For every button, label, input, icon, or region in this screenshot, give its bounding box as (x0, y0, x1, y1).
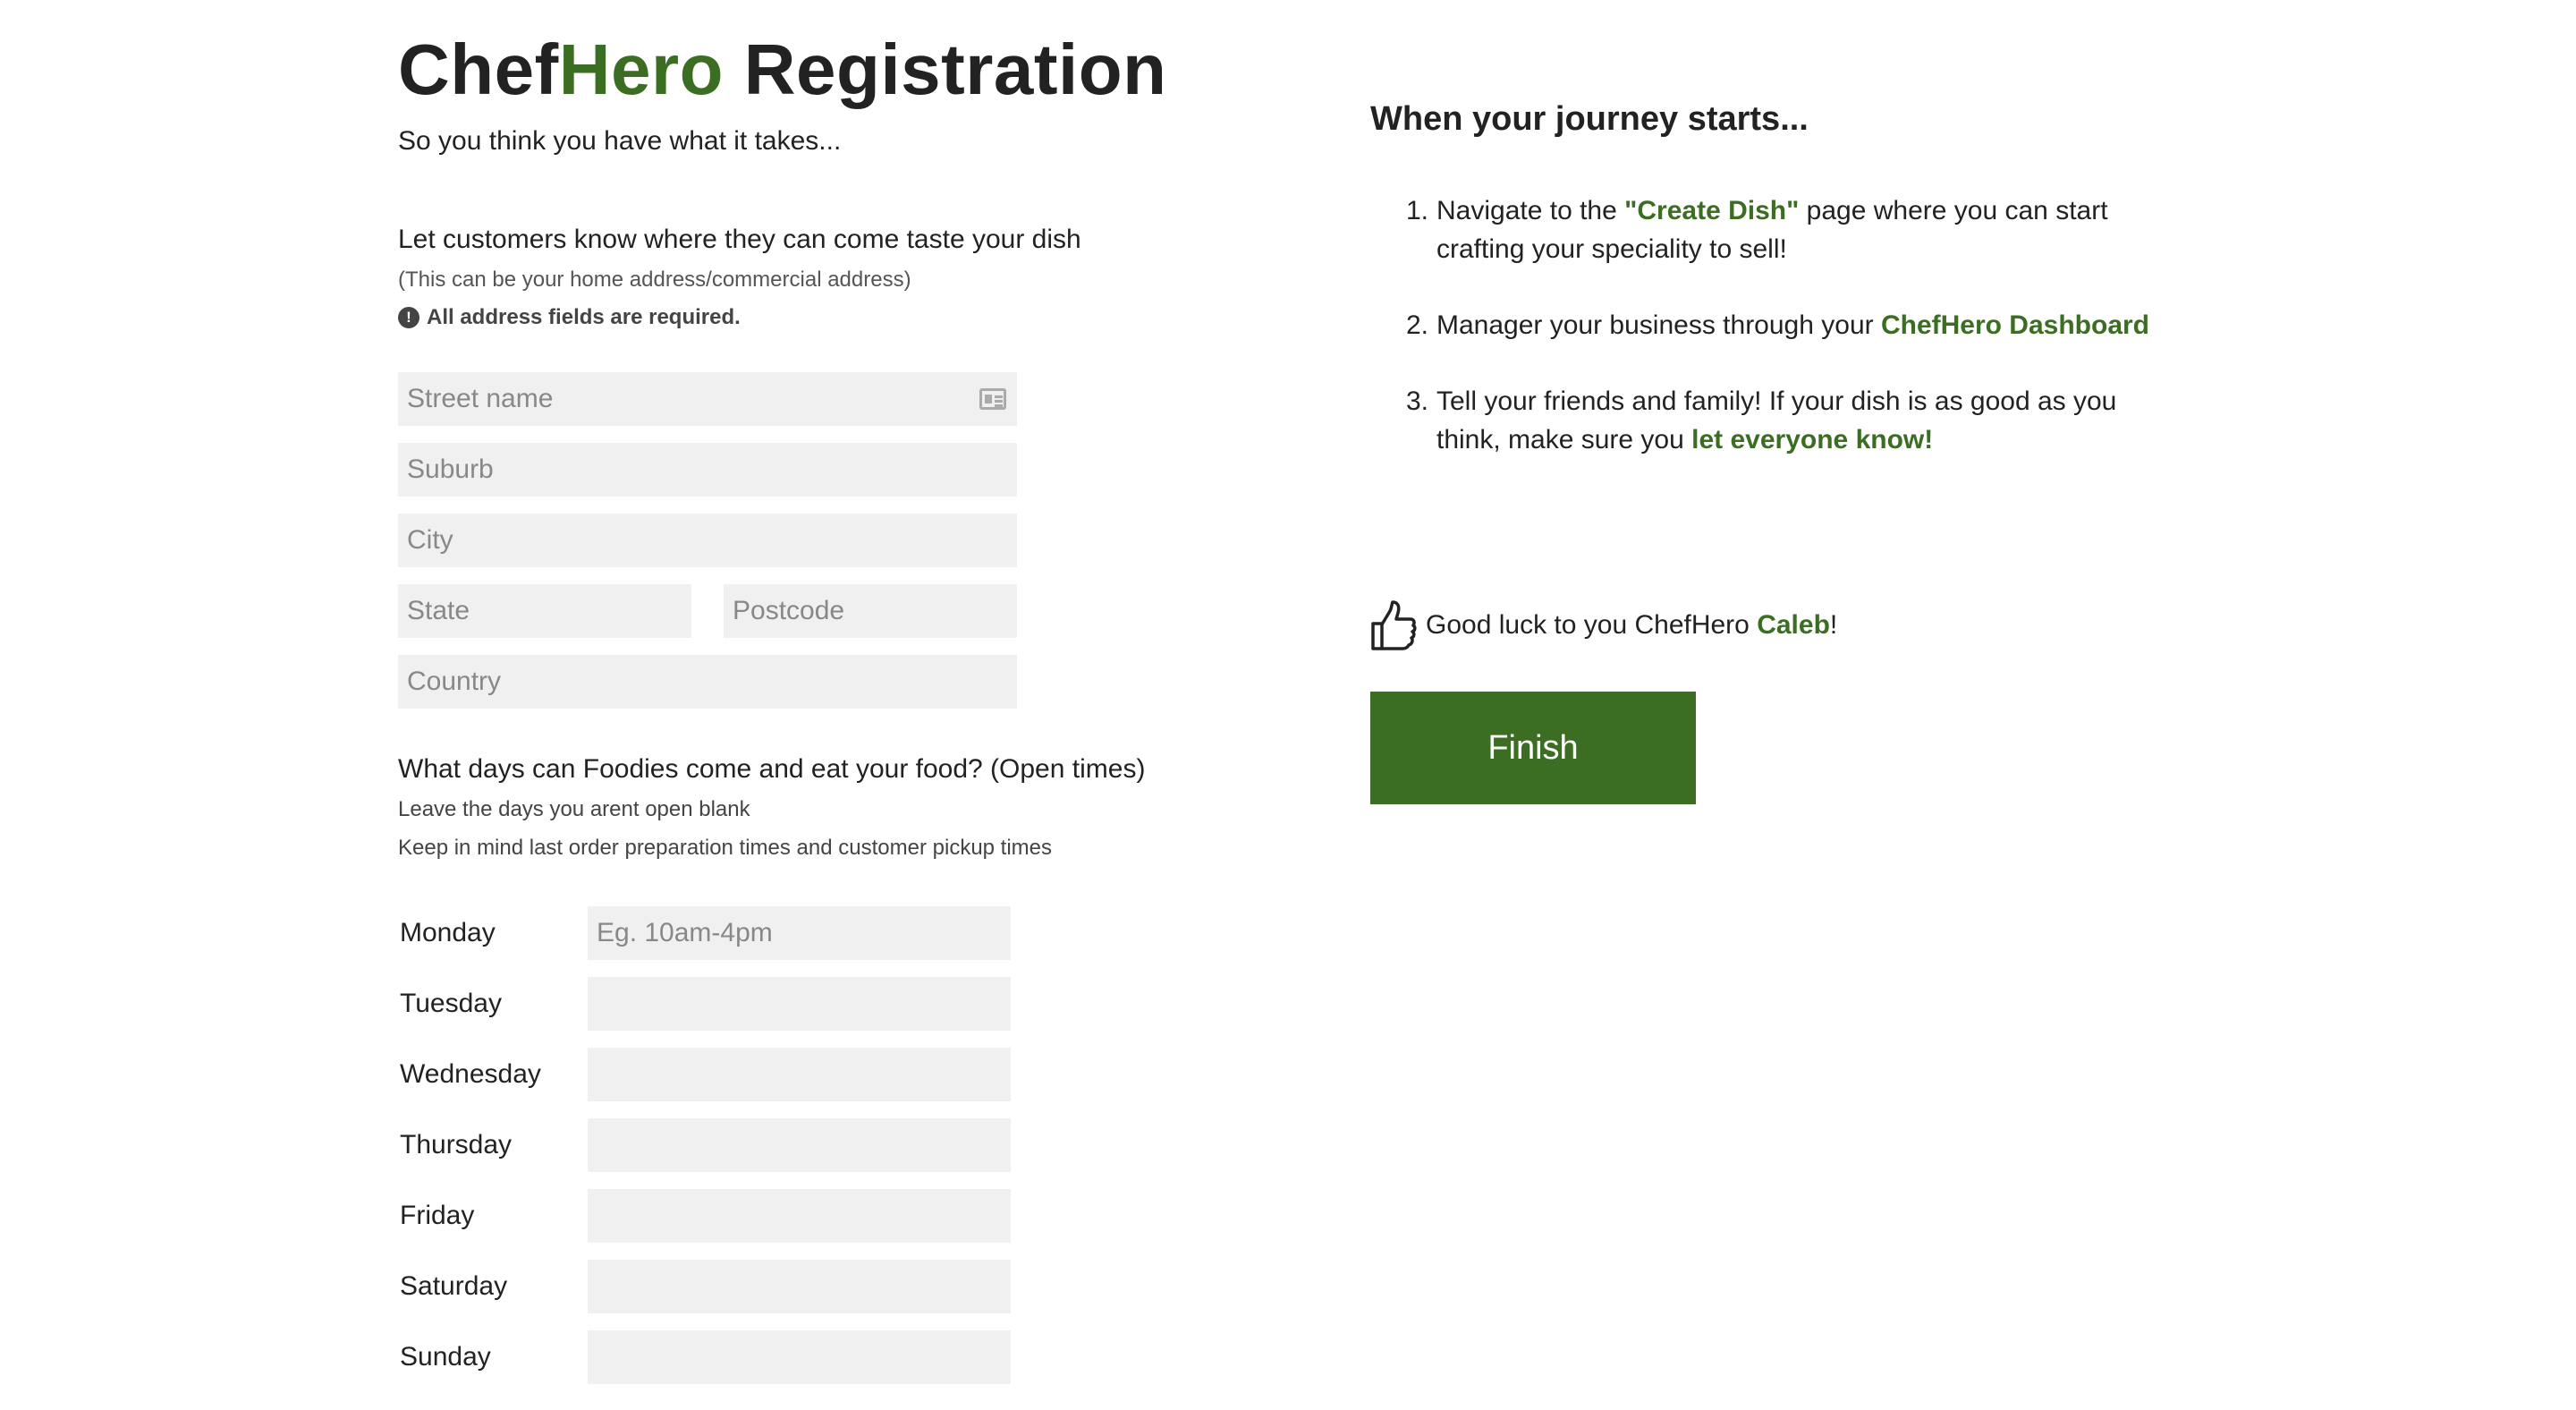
address-card-icon (979, 388, 1006, 410)
good-luck-message: Good luck to you ChefHero Caleb! (1370, 599, 1837, 651)
step-text: Manager your business through your (1436, 310, 1881, 340)
luck-suffix: ! (1829, 610, 1838, 640)
thursday-hours-input[interactable] (588, 1118, 1011, 1172)
title-suffix: Registration (724, 30, 1167, 109)
day-label: Wednesday (400, 1059, 541, 1089)
day-label: Thursday (400, 1130, 513, 1159)
tuesday-hours-input[interactable] (588, 977, 1011, 1031)
day-row-saturday: Saturday (398, 1260, 1024, 1313)
street-field-wrapper (398, 372, 1017, 426)
day-row-friday: Friday (398, 1189, 1024, 1243)
page-title: ChefHero Registration (398, 27, 1328, 113)
day-row-wednesday: Wednesday (398, 1048, 1024, 1101)
journey-column: When your journey starts... 1. Navigate t… (1370, 98, 2193, 804)
day-row-tuesday: Tuesday (398, 977, 1024, 1031)
journey-heading: When your journey starts... (1370, 100, 1809, 138)
create-dish-link[interactable]: "Create Dish" (1624, 196, 1799, 225)
address-required-text: All address fields are required. (427, 305, 741, 329)
exclamation-circle-icon: ! (398, 307, 419, 328)
day-row-sunday: Sunday (398, 1330, 1024, 1384)
step-highlight: let everyone know! (1691, 425, 1934, 454)
chef-name: Caleb (1757, 610, 1830, 640)
wednesday-hours-input[interactable] (588, 1048, 1011, 1101)
title-prefix: Chef (398, 30, 559, 109)
day-row-thursday: Thursday (398, 1118, 1024, 1172)
sunday-hours-input[interactable] (588, 1330, 1011, 1384)
registration-form-column: ChefHero Registration So you think you h… (398, 27, 1328, 1384)
address-note: (This can be your home address/commercia… (398, 268, 911, 292)
day-label: Friday (400, 1201, 475, 1230)
journey-step: 3. Tell your friends and family! If your … (1370, 382, 2175, 459)
open-times-heading: What days can Foodies come and eat your … (398, 754, 1146, 784)
day-label: Sunday (400, 1342, 491, 1372)
city-input[interactable] (398, 514, 1017, 567)
page-subtitle: So you think you have what it takes... (398, 126, 842, 156)
address-required-notice: ! All address fields are required. (398, 304, 741, 331)
suburb-input[interactable] (398, 443, 1017, 497)
thumbs-up-icon (1371, 600, 1417, 650)
step-number: 3. (1406, 386, 1429, 416)
day-label: Monday (400, 918, 496, 947)
country-input[interactable] (398, 655, 1017, 709)
postcode-input[interactable] (724, 584, 1017, 638)
friday-hours-input[interactable] (588, 1189, 1011, 1243)
street-name-input[interactable] (398, 372, 1017, 426)
step-number: 2. (1406, 310, 1429, 340)
dashboard-link[interactable]: ChefHero Dashboard (1881, 310, 2149, 340)
journey-steps-list: 1. Navigate to the "Create Dish" page whe… (1370, 191, 2175, 497)
day-label: Tuesday (400, 989, 502, 1018)
luck-text: Good luck to you ChefHero (1426, 610, 1758, 640)
day-row-monday: Monday (398, 906, 1024, 960)
step-text: Navigate to the (1436, 196, 1625, 225)
open-times-note-blank: Leave the days you arent open blank (398, 797, 750, 821)
finish-button[interactable]: Finish (1370, 692, 1696, 804)
state-input[interactable] (398, 584, 691, 638)
title-brand: Hero (558, 30, 724, 109)
journey-step: 2. Manager your business through your Che… (1370, 306, 2175, 344)
journey-step: 1. Navigate to the "Create Dish" page whe… (1370, 191, 2175, 268)
address-heading: Let customers know where they can come t… (398, 225, 1081, 254)
step-number: 1. (1406, 196, 1429, 225)
open-times-note-preparation: Keep in mind last order preparation time… (398, 836, 1053, 860)
saturday-hours-input[interactable] (588, 1260, 1011, 1313)
day-label: Saturday (400, 1271, 508, 1301)
monday-hours-input[interactable] (588, 906, 1011, 960)
